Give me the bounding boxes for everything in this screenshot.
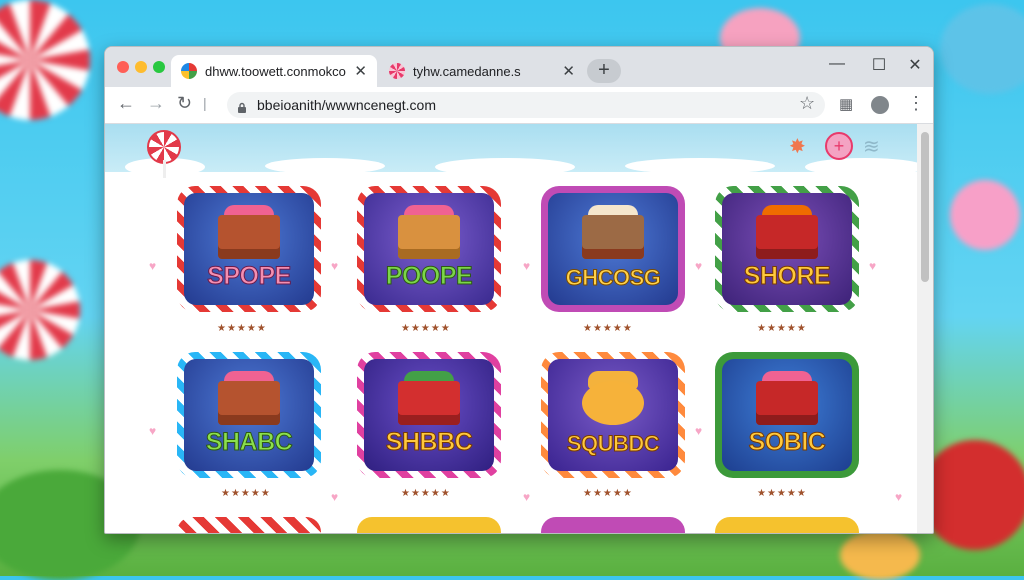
frosting-drip: [435, 158, 575, 176]
toolbar-divider: |: [203, 95, 207, 111]
frosting-drip: [265, 158, 385, 174]
heart-icon: ♥: [869, 259, 877, 273]
game-card-5[interactable]: SHABC: [177, 352, 321, 478]
browser-toolbar: ← → ↻ | bbeioanith/wwwncenegt.com ☆ ▦ ⋮: [105, 87, 933, 124]
game-card-4[interactable]: SHORE: [715, 186, 859, 312]
forward-arrow-icon[interactable]: →: [147, 93, 165, 114]
tab-title: dhww.toowett.conmokco: [205, 63, 346, 79]
game-title: SPOPE: [207, 262, 292, 291]
game-title: SHBBC: [385, 428, 473, 457]
cake-icon: [218, 381, 280, 425]
minimize-icon[interactable]: —: [827, 55, 847, 73]
heart-icon: ♥: [523, 259, 531, 273]
heart-icon: ♥: [523, 490, 531, 504]
cake-icon: [582, 215, 644, 259]
lollipop-stick: [163, 160, 166, 178]
frosting-drip: [805, 158, 917, 176]
cake-icon: [756, 215, 818, 259]
game-title: SHORE: [743, 262, 831, 291]
maximize-icon[interactable]: ☐: [869, 55, 889, 75]
tab-1[interactable]: dhww.toowett.conmokco ✕: [171, 55, 377, 87]
background-apple-right: [920, 440, 1024, 550]
add-favorite-icon[interactable]: +: [825, 132, 853, 160]
browser-window: dhww.toowett.conmokco ✕ tyhw.camedanne.s…: [104, 46, 934, 534]
reload-icon[interactable]: ↻: [177, 93, 192, 114]
heart-icon: ♥: [695, 259, 703, 273]
close-tab-icon[interactable]: ✕: [354, 62, 367, 80]
lollipop-logo-icon[interactable]: [147, 130, 181, 164]
background-candy-right-pink: [950, 180, 1020, 250]
background-candy-right: [940, 4, 1024, 94]
background-lollipop-left: [0, 0, 90, 120]
cupcake-icon: [398, 215, 460, 259]
game-rating: ★★★★★: [217, 323, 267, 334]
back-arrow-icon[interactable]: ←: [117, 93, 135, 114]
cake-icon: [756, 381, 818, 425]
tab-strip: dhww.toowett.conmokco ✕ tyhw.camedanne.s…: [105, 47, 933, 87]
close-window-button[interactable]: [117, 61, 129, 73]
tab-2[interactable]: tyhw.camedanne.s ✕: [379, 55, 585, 87]
frosting-drip: [625, 158, 775, 174]
game-rating: ★★★★★: [401, 323, 451, 334]
candy-favicon-icon: [181, 63, 197, 79]
minimize-window-button[interactable]: [135, 61, 147, 73]
page-scrollbar[interactable]: [917, 124, 933, 533]
game-card-partial[interactable]: [357, 517, 501, 533]
candy-favicon-icon: [389, 63, 405, 79]
game-card-partial[interactable]: [715, 517, 859, 533]
game-rating: ★★★★★: [401, 488, 451, 499]
background-candy-bottom: [840, 530, 920, 580]
scrollbar-thumb[interactable]: [921, 132, 929, 282]
close-tab-icon[interactable]: ✕: [562, 62, 575, 80]
heart-icon: ♥: [149, 259, 157, 273]
game-title: POOPE: [385, 262, 473, 291]
strawberry-icon: [398, 381, 460, 425]
game-card-7[interactable]: SQUBDC: [541, 352, 685, 478]
game-title: SOBIC: [748, 428, 826, 457]
menu-icon[interactable]: ≋: [863, 134, 880, 159]
address-bar-url: bbeioanith/wwwncenegt.com: [257, 97, 436, 113]
cute-character-icon: [582, 381, 644, 425]
new-tab-button[interactable]: +: [587, 59, 621, 83]
game-rating: ★★★★★: [221, 488, 271, 499]
address-bar[interactable]: bbeioanith/wwwncenegt.com: [227, 92, 825, 118]
game-card-8[interactable]: SOBIC: [715, 352, 859, 478]
cake-icon: [218, 215, 280, 259]
game-card-6[interactable]: SHBBC: [357, 352, 501, 478]
game-card-2[interactable]: POOPE: [357, 186, 501, 312]
heart-icon: ♥: [695, 424, 703, 438]
profile-avatar-icon[interactable]: [871, 96, 889, 114]
close-icon[interactable]: ✕: [905, 55, 925, 75]
game-rating: ★★★★★: [583, 323, 633, 334]
game-rating: ★★★★★: [757, 488, 807, 499]
lock-icon: [237, 100, 247, 113]
zoom-window-button[interactable]: [153, 61, 165, 73]
game-card-partial[interactable]: [541, 517, 685, 533]
game-card-3[interactable]: GHCOSG: [541, 186, 685, 312]
tab-title: tyhw.camedanne.s: [413, 63, 521, 79]
heart-icon: ♥: [331, 490, 339, 504]
game-card-partial[interactable]: [177, 517, 321, 533]
game-title: GHCOSG: [565, 265, 661, 291]
extensions-grid-icon[interactable]: ▦: [839, 95, 853, 113]
page-content: ✸ + ≋ SPOPE POOPE GHCOSG SHORE ★★★★★ ★★★…: [105, 124, 917, 533]
game-title: SHABC: [205, 428, 293, 457]
background-lollipop-left-lower: [0, 260, 80, 360]
game-rating: ★★★★★: [583, 488, 633, 499]
star-badge-icon[interactable]: ✸: [789, 134, 806, 159]
game-title: SQUBDC: [566, 431, 660, 457]
bookmark-star-icon[interactable]: ☆: [799, 93, 815, 114]
heart-icon: ♥: [895, 490, 903, 504]
game-rating: ★★★★★: [757, 323, 807, 334]
heart-icon: ♥: [331, 259, 339, 273]
menu-kebab-icon[interactable]: ⋮: [907, 93, 925, 114]
heart-icon: ♥: [149, 424, 157, 438]
game-card-1[interactable]: SPOPE: [177, 186, 321, 312]
